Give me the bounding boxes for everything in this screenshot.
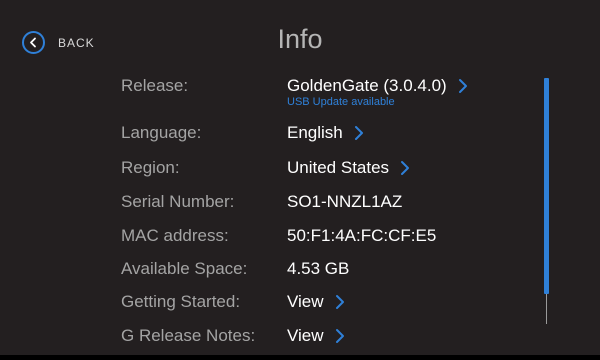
region-value-text: United States [287,158,390,177]
scrollbar-thumb[interactable] [544,78,549,294]
release-value[interactable]: GoldenGate (3.0.4.0) [287,76,468,96]
mac-address-value: 50:F1:4A:FC:CF:E5 [287,226,437,245]
language-value[interactable]: English [287,123,364,143]
page-title: Info [277,24,323,54]
release-notes-value-text: View [287,326,324,345]
info-screen: BACK Info Release: GoldenGate (3.0.4.0) … [0,0,600,360]
row-region[interactable]: Region: United States [0,158,540,188]
getting-started-value-text: View [287,292,324,311]
language-value-text: English [287,123,343,142]
chevron-right-icon [335,328,345,344]
release-notes-value[interactable]: View [287,326,345,346]
serial-number-label: Serial Number: [121,192,235,211]
row-release[interactable]: Release: GoldenGate (3.0.4.0) [0,76,540,106]
row-release-notes[interactable]: G Release Notes: View [0,326,540,356]
chevron-right-icon [335,294,345,310]
row-mac-address: MAC address: 50:F1:4A:FC:CF:E5 [0,226,540,256]
region-value[interactable]: United States [287,158,410,178]
row-available-space: Available Space: 4.53 GB [0,259,540,289]
serial-number-value: SO1-NNZL1AZ [287,192,403,211]
screen-bezel [0,355,600,360]
row-language[interactable]: Language: English [0,123,540,153]
usb-update-notice[interactable]: USB Update available [287,96,395,108]
chevron-right-icon [458,78,468,94]
mac-address-label: MAC address: [121,226,229,245]
region-label: Region: [121,158,180,177]
release-notes-label: G Release Notes: [121,326,256,345]
release-value-text: GoldenGate (3.0.4.0) [287,76,447,95]
available-space-value: 4.53 GB [287,259,350,278]
chevron-right-icon [354,125,364,141]
getting-started-label: Getting Started: [121,292,241,311]
row-getting-started[interactable]: Getting Started: View [0,292,540,322]
available-space-label: Available Space: [121,259,248,278]
chevron-right-icon [400,160,410,176]
language-label: Language: [121,123,202,142]
row-serial-number: Serial Number: SO1-NNZL1AZ [0,192,540,222]
release-label: Release: [121,76,189,95]
getting-started-value[interactable]: View [287,292,345,312]
